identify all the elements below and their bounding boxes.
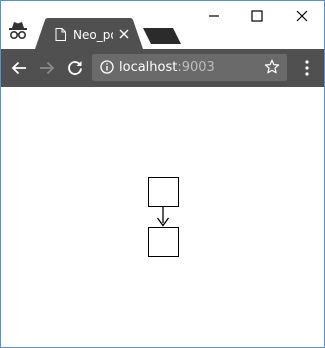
diagram-node-top[interactable] bbox=[148, 177, 179, 207]
incognito-icon bbox=[9, 22, 27, 40]
more-vertical-icon[interactable] bbox=[302, 59, 312, 77]
diagram bbox=[148, 177, 179, 257]
forward-arrow-icon[interactable] bbox=[38, 59, 56, 77]
maximize-icon[interactable] bbox=[250, 9, 264, 23]
browser-window: Neo_po bbox=[0, 0, 325, 348]
title-bar: Neo_po bbox=[1, 1, 324, 49]
new-tab-button[interactable] bbox=[143, 28, 181, 44]
url-port: :9003 bbox=[177, 60, 215, 75]
page-icon bbox=[55, 28, 66, 41]
close-window-icon[interactable] bbox=[295, 9, 309, 23]
tab-active[interactable]: Neo_po bbox=[35, 18, 143, 49]
address-bar[interactable]: localhost:9003 bbox=[92, 54, 287, 81]
tab-close-icon[interactable] bbox=[119, 29, 129, 39]
minimize-icon[interactable] bbox=[207, 9, 221, 23]
info-icon[interactable] bbox=[100, 60, 114, 74]
url-host: localhost bbox=[119, 60, 178, 75]
browser-toolbar: localhost:9003 bbox=[1, 49, 324, 87]
page-content bbox=[1, 87, 324, 347]
tab-title: Neo_po bbox=[73, 28, 113, 42]
reload-icon[interactable] bbox=[66, 59, 84, 77]
back-arrow-icon[interactable] bbox=[10, 59, 28, 77]
url-text: localhost:9003 bbox=[119, 59, 215, 76]
star-icon[interactable] bbox=[264, 59, 280, 75]
diagram-node-bottom[interactable] bbox=[148, 227, 179, 257]
